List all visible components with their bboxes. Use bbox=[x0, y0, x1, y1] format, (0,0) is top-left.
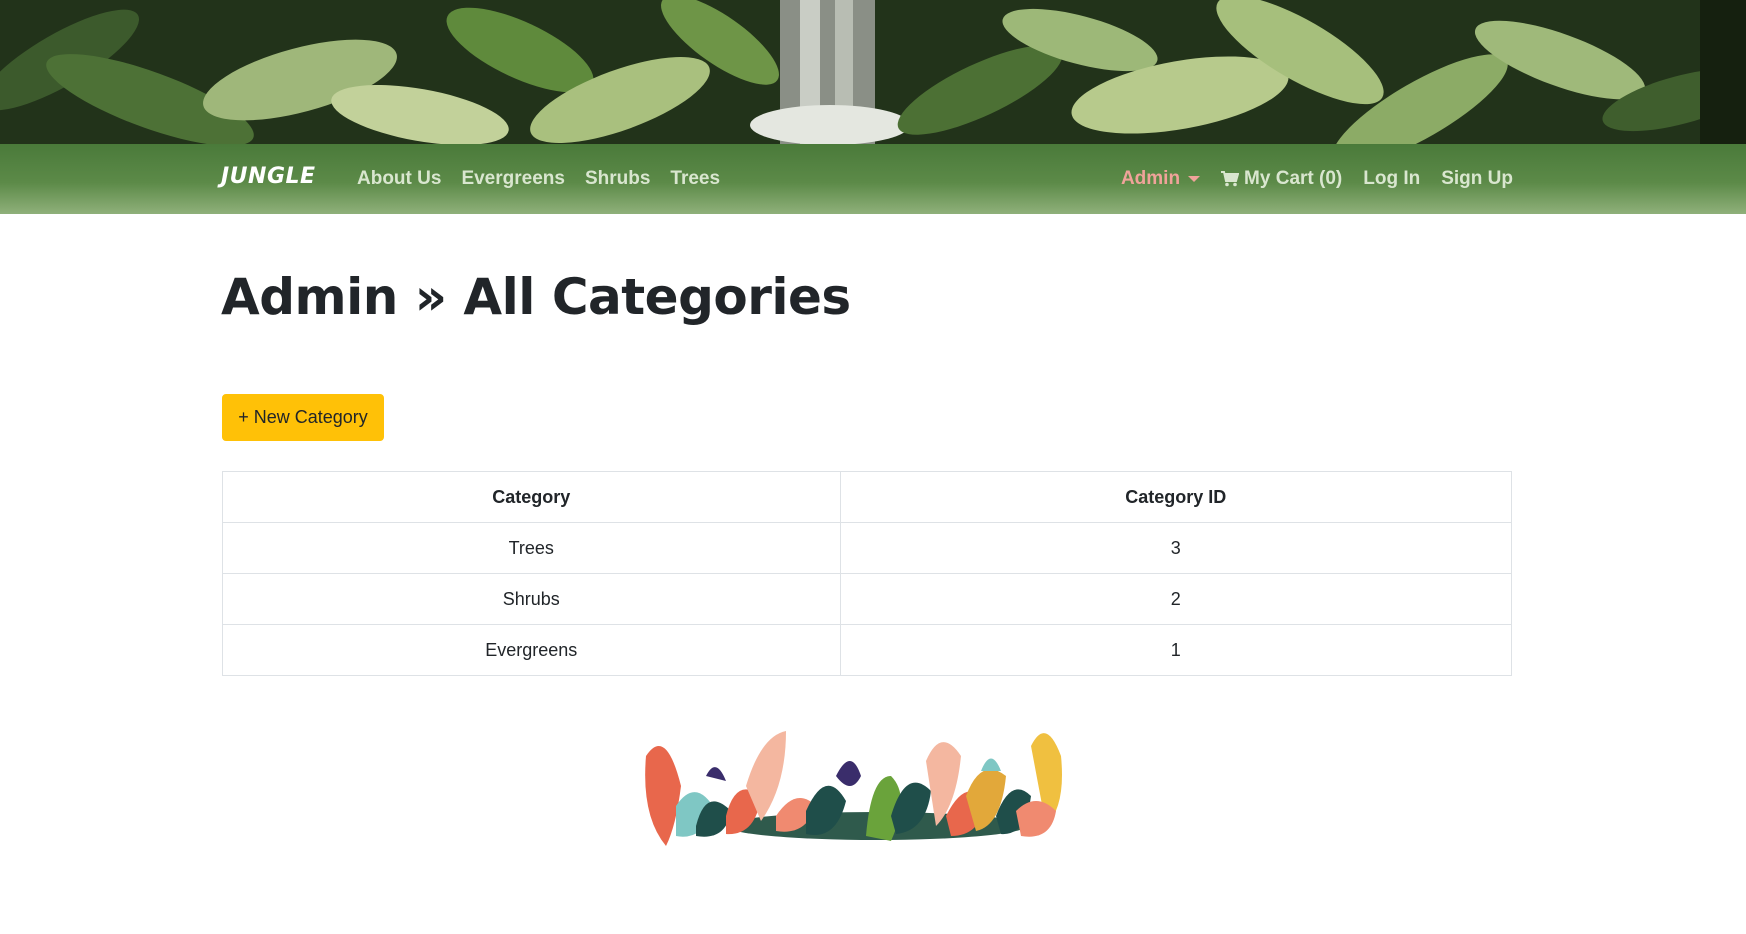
signup-link[interactable]: Sign Up bbox=[1441, 168, 1513, 190]
my-cart-label: My Cart (0) bbox=[1244, 168, 1343, 189]
column-header-category: Category bbox=[222, 471, 841, 523]
shopping-cart-icon bbox=[1221, 171, 1240, 187]
category-name-cell: Shrubs bbox=[222, 573, 841, 625]
nav-right-links: Admin My Cart (0) Log In Sign Up bbox=[1121, 168, 1513, 190]
column-header-category-id: Category ID bbox=[839, 471, 1513, 523]
navbar-container: JUNGLE About Us Evergreens Shrubs Trees … bbox=[221, 144, 1513, 214]
admin-dropdown-label: Admin bbox=[1120, 168, 1181, 189]
nav-link-about-us[interactable]: About Us bbox=[357, 168, 441, 190]
category-name-cell: Evergreens bbox=[222, 624, 841, 676]
category-id-cell: 2 bbox=[839, 573, 1513, 625]
caret-down-icon bbox=[1188, 176, 1201, 182]
table-header-row: Category Category ID bbox=[222, 471, 1513, 523]
admin-dropdown[interactable]: Admin bbox=[1120, 168, 1201, 190]
nav-links: About Us Evergreens Shrubs Trees bbox=[357, 168, 720, 190]
brand-logo[interactable]: JUNGLE bbox=[221, 164, 316, 189]
table-row: Evergreens 1 bbox=[222, 624, 1513, 676]
login-link[interactable]: Log In bbox=[1363, 168, 1420, 190]
new-category-button[interactable]: + New Category bbox=[222, 394, 384, 441]
foliage-illustration bbox=[645, 731, 1062, 846]
category-id-cell: 1 bbox=[839, 624, 1513, 676]
main-navbar: JUNGLE About Us Evergreens Shrubs Trees … bbox=[0, 144, 1746, 214]
nav-link-evergreens[interactable]: Evergreens bbox=[461, 168, 565, 190]
hero-banner bbox=[0, 0, 1746, 144]
page-title: Admin » All Categories bbox=[221, 268, 851, 326]
nav-link-trees[interactable]: Trees bbox=[670, 168, 720, 190]
categories-table: Category Category ID Trees 3 Shrubs 2 Ev… bbox=[222, 471, 1513, 676]
my-cart-link[interactable]: My Cart (0) bbox=[1221, 168, 1342, 190]
category-id-cell: 3 bbox=[839, 522, 1513, 574]
nav-link-shrubs[interactable]: Shrubs bbox=[585, 168, 650, 190]
table-row: Trees 3 bbox=[222, 522, 1513, 574]
category-name-cell: Trees bbox=[222, 522, 841, 574]
table-row: Shrubs 2 bbox=[222, 573, 1513, 625]
